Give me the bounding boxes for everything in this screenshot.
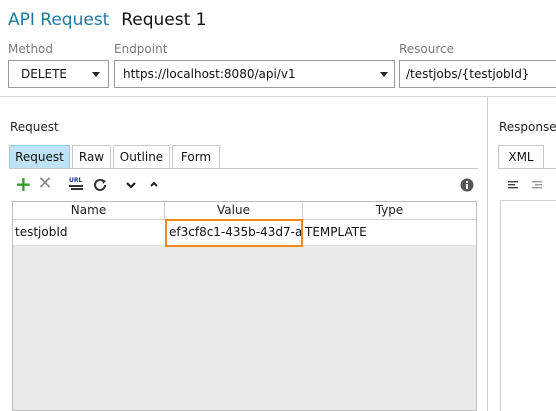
resource-label: Resource — [399, 42, 455, 56]
delete-icon[interactable]: ✕ — [37, 175, 53, 193]
column-header-value[interactable]: Value — [165, 202, 303, 220]
table-row[interactable]: testjobId ef3cf8c1-435b-43d7-ae... TEMPL… — [13, 219, 476, 247]
chevron-down-icon — [92, 72, 100, 77]
info-icon[interactable] — [459, 178, 474, 195]
param-type-cell[interactable]: TEMPLATE — [305, 220, 473, 245]
panel-splitter[interactable] — [487, 96, 488, 411]
endpoint-dropdown[interactable]: https://localhost:8080/api/v1 — [114, 60, 395, 88]
tab-strip-border — [9, 168, 478, 169]
move-up-icon[interactable] — [148, 178, 160, 194]
request-title: Request 1 — [121, 10, 207, 30]
endpoint-value: https://localhost:8080/api/v1 — [123, 67, 296, 81]
resource-value: /testjobs/{testjobId} — [406, 67, 530, 81]
param-name-cell[interactable]: testjobId — [15, 220, 163, 245]
endpoint-label: Endpoint — [114, 42, 168, 56]
app-title: API Request — [8, 10, 110, 30]
tab-form[interactable]: Form — [172, 145, 220, 168]
align-left-icon[interactable] — [506, 178, 520, 194]
response-panel-title: Response — [499, 120, 556, 134]
chevron-down-icon — [380, 72, 388, 77]
refresh-icon[interactable] — [92, 177, 108, 196]
method-value: DELETE — [21, 67, 68, 81]
header-separator — [0, 96, 556, 97]
method-dropdown[interactable]: DELETE — [8, 60, 109, 88]
value-highlight-box — [165, 219, 303, 247]
title-row: API Request Request 1 — [8, 10, 206, 34]
align-right-icon[interactable] — [530, 178, 544, 194]
response-content-area[interactable] — [500, 200, 556, 411]
tab-raw[interactable]: Raw — [72, 145, 111, 168]
svg-text:URL: URL — [69, 177, 82, 184]
add-icon[interactable]: + — [15, 174, 32, 194]
params-table: Name Value Type testjobId ef3cf8c1-435b-… — [12, 201, 477, 411]
url-encode-icon[interactable]: URL — [68, 176, 86, 195]
column-header-name[interactable]: Name — [13, 202, 165, 220]
response-tab-strip-border — [498, 168, 556, 169]
tab-xml[interactable]: XML — [498, 145, 544, 168]
column-header-type[interactable]: Type — [303, 202, 476, 220]
move-down-icon[interactable] — [125, 178, 137, 194]
resource-input[interactable]: /testjobs/{testjobId} — [399, 60, 556, 88]
tab-request[interactable]: Request — [9, 145, 70, 168]
method-label: Method — [8, 42, 54, 56]
tab-outline[interactable]: Outline — [113, 145, 170, 168]
request-panel-title: Request — [10, 120, 59, 134]
